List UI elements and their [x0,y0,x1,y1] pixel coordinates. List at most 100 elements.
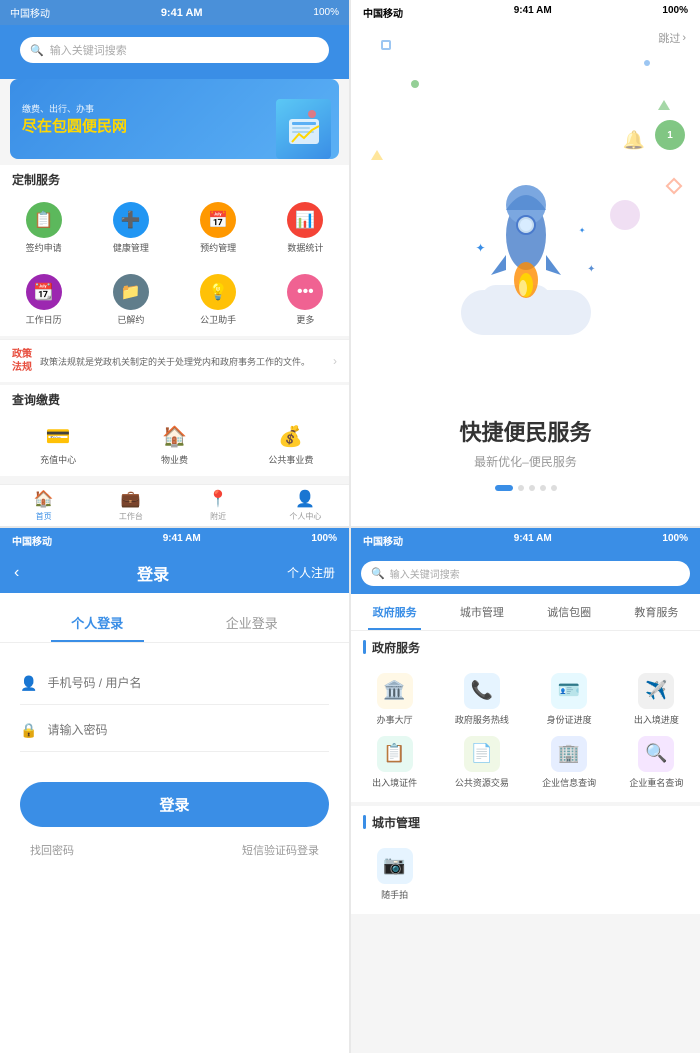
search-input-p4[interactable]: 🔍 输入关键词搜索 [361,561,690,586]
time-p1: 9:41 AM [161,7,203,19]
query-property[interactable]: 🏠 物业费 [116,416,232,472]
nav-nearby[interactable]: 📍 附近 [175,489,262,522]
tab-education[interactable]: 教育服务 [613,594,700,630]
service-item-health[interactable]: ➕ 健康管理 [87,196,174,260]
cancel-label: 已解约 [117,313,144,326]
nav-workspace[interactable]: 💼 工作台 [87,489,174,522]
search-bar-p1[interactable]: 🔍 输入关键词搜索 [20,37,329,63]
login-footer: 找回密码 短信验证码登录 [20,842,329,858]
hotline-icon: 📞 [464,673,500,709]
battery-p3: 100% [311,533,337,548]
dot-4[interactable] [540,485,546,491]
tab-integrity[interactable]: 诚信包圈 [526,594,613,630]
service-item-more[interactable]: ••• 更多 [262,268,349,332]
register-link[interactable]: 个人注册 [287,564,335,581]
gov-hall-icon: 🏛️ [377,673,413,709]
gov-section-title: 政府服务 [372,639,420,656]
service-border-docs[interactable]: 📋 出入境证件 [351,731,438,794]
phone-input[interactable] [47,676,329,690]
border-docs-icon: 📋 [377,736,413,772]
user-icon: 👤 [20,675,37,692]
photo-icon: 📷 [377,848,413,884]
service-item-health2[interactable]: 💡 公卫助手 [175,268,262,332]
service-item-calendar[interactable]: 📆 工作日历 [0,268,87,332]
splash-title-area: 快捷便民服务 最新优化–便民服务 [351,395,700,485]
policy-desc: 政策法规就是党政机关制定的关于处理党内和政府事务工作的文件。 [40,355,325,368]
status-bar-p3: 中国移动 9:41 AM 100% [0,528,349,553]
service-id-progress[interactable]: 🪪 身份证进度 [526,668,613,731]
query-utility[interactable]: 💰 公共事业费 [233,416,349,472]
service-name-query[interactable]: 🔍 企业重名查询 [613,731,700,794]
biz-query-icon: 🏢 [551,736,587,772]
service-nav-tabs: 政府服务 城市管理 诚信包圈 教育服务 [351,594,700,631]
nav-profile[interactable]: 👤 个人中心 [262,489,349,522]
name-query-label: 企业重名查询 [629,776,683,789]
login-title: 登录 [137,561,169,585]
tab-city-mgmt[interactable]: 城市管理 [438,594,525,630]
appt-label: 预约管理 [200,241,236,254]
policy-arrow-icon: › [333,354,337,368]
lock-icon: 🔒 [20,722,37,739]
sms-login-link[interactable]: 短信验证码登录 [242,842,319,858]
gov-hall-label: 办事大厅 [377,713,413,726]
workspace-nav-icon: 💼 [121,489,141,509]
service-photo[interactable]: 📷 随手拍 [351,843,438,906]
login-tabs: 个人登录 企业登录 [0,603,349,643]
service-item-cancel[interactable]: 📁 已解约 [87,268,174,332]
password-input[interactable] [47,723,329,737]
dot-2[interactable] [518,485,524,491]
search-bar-p4: 🔍 输入关键词搜索 [351,553,700,594]
search-icon-p1: 🔍 [30,44,44,57]
dot-3[interactable] [529,485,535,491]
more-label: 更多 [296,313,314,326]
carrier-p3: 中国移动 [12,533,52,548]
skip-button[interactable]: 跳过 › [658,30,686,46]
hotline-label: 政府服务热线 [455,713,509,726]
public-trade-icon: 📄 [464,736,500,772]
deco-square-1 [381,40,391,50]
sparkle-3: ✦ [587,264,595,275]
nav-home[interactable]: 🏠 首页 [0,489,87,522]
nav-workspace-label: 工作台 [119,511,143,522]
tab-gov-service[interactable]: 政府服务 [351,594,438,630]
tab-enterprise-login[interactable]: 企业登录 [175,603,330,642]
service-hotline[interactable]: 📞 政府服务热线 [438,668,525,731]
recharge-icon: 💳 [39,422,77,450]
back-button[interactable]: ‹ [14,564,19,582]
nearby-nav-icon: 📍 [208,489,228,509]
rocket-illustration: ✦ ✦ ✦ [351,55,700,395]
login-button[interactable]: 登录 [20,782,329,827]
policy-row[interactable]: 政策 法规 政策法规就是党政机关制定的关于处理党内和政府事务工作的文件。 › [0,339,349,382]
profile-nav-icon: 👤 [295,489,315,509]
banner-p1: 缴费、出行、办事 尽在包圆便民网 [10,79,339,159]
query-recharge[interactable]: 💳 充值中心 [0,416,116,472]
service-item-appt[interactable]: 📅 预约管理 [175,196,262,260]
carrier-p1: 中国移动 [10,5,50,20]
city-section-header: 城市管理 [351,806,700,839]
health2-icon: 💡 [200,274,236,310]
health-icon: ➕ [113,202,149,238]
forgot-password-link[interactable]: 找回密码 [30,842,74,858]
skip-arrow-icon: › [682,32,686,44]
service-border-progress[interactable]: ✈️ 出入境进度 [613,668,700,731]
query-section: 查询缴费 💳 充值中心 🏠 物业费 💰 公共事业费 [0,385,349,476]
utility-icon: 💰 [272,422,310,450]
tab-personal-login[interactable]: 个人登录 [20,603,175,642]
pagination-dots [351,485,700,506]
service-gov-hall[interactable]: 🏛️ 办事大厅 [351,668,438,731]
bottom-nav: 🏠 首页 💼 工作台 📍 附近 👤 个人中心 [0,484,349,526]
service-item-sign[interactable]: 📋 签约申请 [0,196,87,260]
services-grid-row2: 📆 工作日历 📁 已解约 💡 公卫助手 ••• 更多 [0,264,349,336]
service-item-stats[interactable]: 📊 数据统计 [262,196,349,260]
dot-5[interactable] [551,485,557,491]
utility-label: 公共事业费 [268,453,313,466]
sparkle-1: ✦ [476,241,486,255]
login-panel: 中国移动 9:41 AM 100% ‹ 登录 个人注册 个人登录 企业登录 👤 … [0,528,349,1053]
public-trade-label: 公共资源交易 [455,776,509,789]
skip-label: 跳过 [658,30,680,46]
home-nav-icon: 🏠 [34,489,54,509]
dot-1[interactable] [495,485,513,491]
service-public-trade[interactable]: 📄 公共资源交易 [438,731,525,794]
policy-tag: 政策 法规 [12,348,32,374]
service-biz-query[interactable]: 🏢 企业信息查询 [526,731,613,794]
